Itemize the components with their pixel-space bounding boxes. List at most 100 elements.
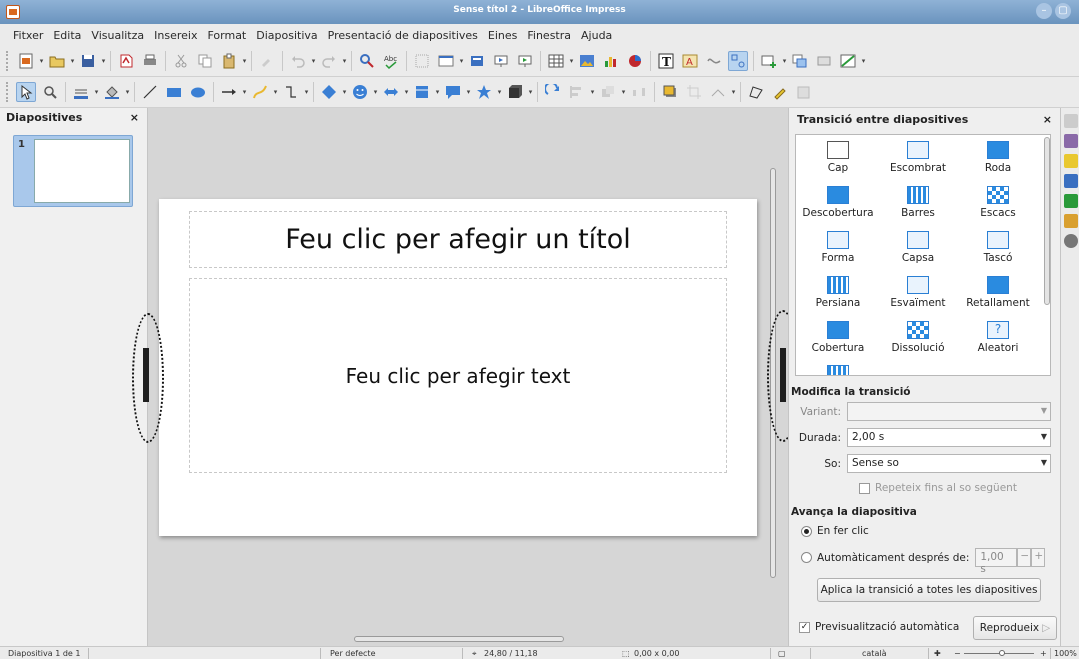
rotate-icon[interactable] bbox=[543, 82, 563, 102]
export-pdf-icon[interactable] bbox=[116, 51, 136, 71]
display-views-icon[interactable] bbox=[436, 51, 456, 71]
menu-file[interactable]: Fitxer bbox=[8, 29, 48, 42]
transition-none[interactable]: Cap bbox=[798, 137, 878, 179]
fill-color-icon[interactable] bbox=[102, 82, 122, 102]
transition-bars[interactable]: Barres bbox=[878, 182, 958, 224]
transition-venetian[interactable]: Persiana bbox=[798, 272, 878, 314]
on-click-radio[interactable] bbox=[801, 525, 812, 537]
crop-icon[interactable] bbox=[684, 82, 704, 102]
duplicate-slide-icon[interactable] bbox=[790, 51, 810, 71]
symbol-shapes-dropdown-icon[interactable]: ▾ bbox=[372, 82, 379, 102]
save-icon[interactable] bbox=[78, 51, 98, 71]
line-tool-icon[interactable] bbox=[140, 82, 160, 102]
start-from-current-icon[interactable] bbox=[515, 51, 535, 71]
basic-shapes-icon[interactable] bbox=[319, 82, 339, 102]
menu-slideshow[interactable]: Presentació de diapositives bbox=[323, 29, 483, 42]
slide-transition-deck-icon[interactable] bbox=[1064, 174, 1078, 188]
repeat-sound-checkbox[interactable] bbox=[859, 482, 870, 494]
zoom-fit-icon[interactable]: ✚ bbox=[934, 649, 941, 658]
curve-dropdown-icon[interactable]: ▾ bbox=[272, 82, 279, 102]
align-objects-dropdown-icon[interactable]: ▾ bbox=[589, 82, 596, 102]
undo-icon[interactable] bbox=[288, 51, 308, 71]
stars-icon[interactable] bbox=[474, 82, 494, 102]
display-views-dropdown-icon[interactable]: ▾ bbox=[458, 51, 465, 71]
transition-fade[interactable]: Esvaïment bbox=[878, 272, 958, 314]
flowchart-icon[interactable] bbox=[412, 82, 432, 102]
insert-image-icon[interactable] bbox=[577, 51, 597, 71]
repeat-sound-row[interactable]: Repeteix fins al so següent bbox=[859, 482, 1017, 494]
spelling-icon[interactable]: Abc bbox=[381, 51, 401, 71]
curve-tool-icon[interactable] bbox=[250, 82, 270, 102]
display-grid-icon[interactable] bbox=[412, 51, 432, 71]
auto-advance-minus-button[interactable]: − bbox=[1017, 548, 1032, 567]
transition-panel-close-icon[interactable]: × bbox=[1043, 113, 1052, 126]
slide-layout-dropdown-icon[interactable]: ▾ bbox=[860, 51, 867, 71]
open-dropdown-icon[interactable]: ▾ bbox=[69, 51, 76, 71]
3d-objects-dropdown-icon[interactable]: ▾ bbox=[527, 82, 534, 102]
menu-view[interactable]: Visualitza bbox=[86, 29, 149, 42]
transition-wedge[interactable]: Tascó bbox=[958, 227, 1038, 269]
zoom-pan-icon[interactable] bbox=[40, 82, 60, 102]
master-slides-deck-icon[interactable] bbox=[1064, 134, 1078, 148]
show-draw-functions-icon[interactable] bbox=[728, 51, 748, 71]
toolbar-grip[interactable] bbox=[6, 82, 10, 102]
horizontal-scroll-thumb[interactable] bbox=[354, 636, 564, 642]
save-dropdown-icon[interactable]: ▾ bbox=[100, 51, 107, 71]
transition-more[interactable] bbox=[798, 361, 878, 375]
transition-cover[interactable]: Cobertura bbox=[798, 317, 878, 359]
menu-help[interactable]: Ajuda bbox=[576, 29, 617, 42]
new-slide-dropdown-icon[interactable]: ▾ bbox=[781, 51, 788, 71]
toggle-extrusion-icon[interactable] bbox=[794, 82, 814, 102]
transition-box[interactable]: Capsa bbox=[878, 227, 958, 269]
body-placeholder[interactable]: Feu clic per afegir text bbox=[189, 278, 727, 473]
arrange-dropdown-icon[interactable]: ▾ bbox=[620, 82, 627, 102]
points-dropdown-icon[interactable]: ▾ bbox=[730, 82, 737, 102]
redo-icon[interactable] bbox=[319, 51, 339, 71]
menu-format[interactable]: Format bbox=[202, 29, 251, 42]
delete-slide-icon[interactable] bbox=[814, 51, 834, 71]
connector-tool-icon[interactable] bbox=[281, 82, 301, 102]
zoom-out-icon[interactable]: − bbox=[954, 649, 961, 658]
connector-dropdown-icon[interactable]: ▾ bbox=[303, 82, 310, 102]
undo-dropdown-icon[interactable]: ▾ bbox=[310, 51, 317, 71]
toggle-points-icon[interactable] bbox=[704, 51, 724, 71]
slide-layout-icon[interactable] bbox=[838, 51, 858, 71]
slide-canvas[interactable]: Feu clic per afegir un títol Feu clic pe… bbox=[159, 199, 757, 536]
flowchart-dropdown-icon[interactable]: ▾ bbox=[434, 82, 441, 102]
transition-uncover[interactable]: Descobertura bbox=[798, 182, 878, 224]
ellipse-tool-icon[interactable] bbox=[188, 82, 208, 102]
apply-to-all-slides-button[interactable]: Aplica la transició a totes les diaposit… bbox=[817, 578, 1041, 602]
gallery-deck-icon[interactable] bbox=[1064, 214, 1078, 228]
transition-checkers[interactable]: Escacs bbox=[958, 182, 1038, 224]
maximize-icon[interactable]: ▢ bbox=[1055, 3, 1071, 19]
new-document-icon[interactable] bbox=[16, 51, 36, 71]
auto-advance-plus-button[interactable]: + bbox=[1031, 548, 1046, 567]
insert-fontwork-icon[interactable]: A bbox=[680, 51, 700, 71]
print-icon[interactable] bbox=[140, 51, 160, 71]
clone-formatting-icon[interactable] bbox=[257, 51, 277, 71]
basic-shapes-dropdown-icon[interactable]: ▾ bbox=[341, 82, 348, 102]
transition-cut[interactable]: Retallament bbox=[958, 272, 1038, 314]
auto-advance-radio[interactable] bbox=[801, 552, 812, 563]
insert-media-icon[interactable] bbox=[625, 51, 645, 71]
master-slide-icon[interactable] bbox=[467, 51, 487, 71]
polygon-icon[interactable] bbox=[746, 82, 766, 102]
status-doc-modified-icon[interactable]: ▢ bbox=[778, 649, 786, 658]
glue-points-icon[interactable] bbox=[770, 82, 790, 102]
fill-color-dropdown-icon[interactable]: ▾ bbox=[124, 82, 131, 102]
sound-select[interactable]: Sense so ▼ bbox=[847, 454, 1051, 473]
symbol-shapes-icon[interactable] bbox=[350, 82, 370, 102]
play-button[interactable]: Reprodueix ▷ bbox=[973, 616, 1057, 640]
menu-tools[interactable]: Eines bbox=[483, 29, 522, 42]
select-pointer-icon[interactable] bbox=[16, 82, 36, 102]
toolbar-grip[interactable] bbox=[6, 51, 10, 71]
arrow-line-dropdown-icon[interactable]: ▾ bbox=[241, 82, 248, 102]
menu-slide[interactable]: Diapositiva bbox=[251, 29, 322, 42]
copy-icon[interactable] bbox=[195, 51, 215, 71]
workspace-horizontal-scrollbar[interactable] bbox=[148, 633, 768, 646]
status-language[interactable]: català bbox=[862, 649, 886, 658]
zoom-in-icon[interactable]: + bbox=[1040, 649, 1047, 658]
menu-insert[interactable]: Insereix bbox=[149, 29, 202, 42]
cut-icon[interactable] bbox=[171, 51, 191, 71]
transition-wheel[interactable]: Roda bbox=[958, 137, 1038, 179]
